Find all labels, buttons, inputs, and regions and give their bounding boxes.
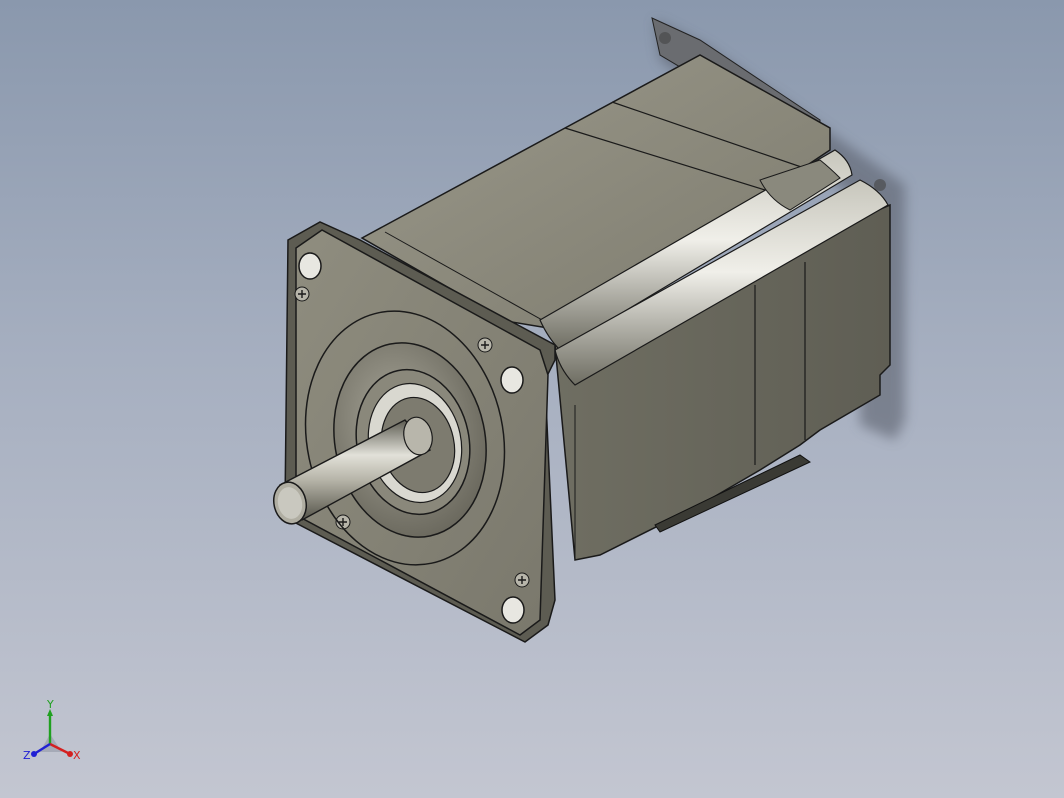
x-axis-label: X [73, 749, 81, 762]
y-axis-label: Y [46, 700, 54, 711]
z-axis-arrow [31, 751, 37, 757]
view-orientation-triad-icon[interactable]: Y X Z [14, 700, 86, 772]
graphics-viewport[interactable]: Y X Z [0, 0, 1064, 798]
stepper-motor-model[interactable] [0, 0, 1064, 798]
z-axis-label: Z [23, 749, 31, 762]
